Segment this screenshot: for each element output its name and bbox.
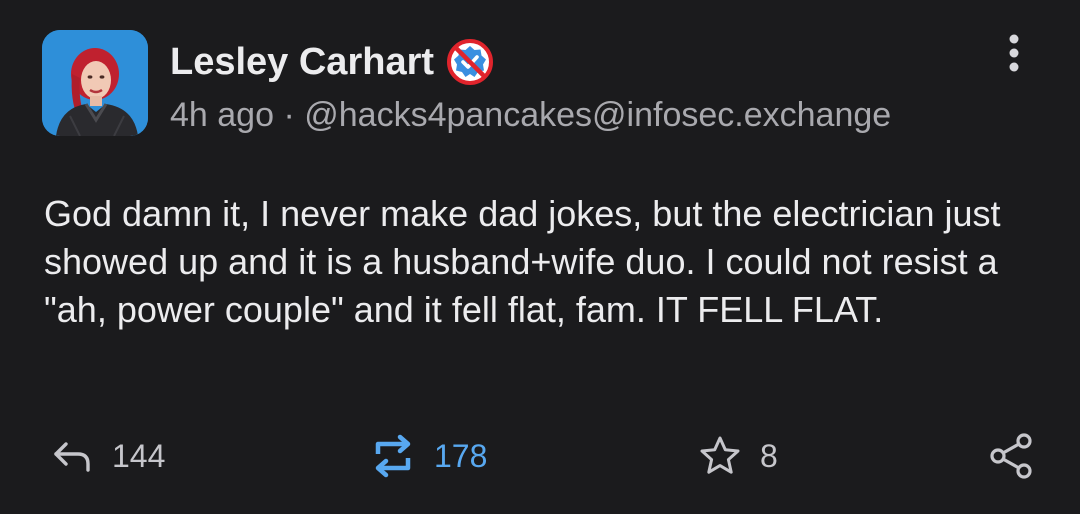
boost-icon (375, 434, 411, 478)
author-row: Lesley Carhart (170, 32, 494, 92)
vertical-dots-icon (1009, 34, 1019, 72)
avatar[interactable] (42, 30, 148, 136)
post-text: God damn it, I never make dad jokes, but… (44, 193, 1001, 330)
author-display-name[interactable]: Lesley Carhart (170, 41, 434, 84)
post-meta: 4h ago · @hacks4pancakes@infosec.exchang… (170, 96, 891, 135)
reply-button[interactable]: 144 (50, 428, 165, 484)
share-button[interactable] (988, 428, 1036, 484)
more-options-button[interactable] (994, 28, 1034, 78)
share-icon (990, 433, 1032, 479)
post-content: God damn it, I never make dad jokes, but… (44, 190, 1044, 334)
verified-crossed-out-icon (446, 38, 494, 86)
boost-button[interactable]: 178 (370, 428, 487, 484)
favourite-count: 8 (760, 437, 778, 474)
star-icon (700, 436, 740, 474)
reply-count: 144 (112, 437, 166, 474)
post-timestamp[interactable]: 4h ago (170, 96, 274, 134)
avatar-image (42, 30, 148, 136)
author-handle[interactable]: @hacks4pancakes@infosec.exchange (304, 96, 891, 134)
favourite-button[interactable]: 8 (698, 428, 778, 484)
post-card[interactable]: Lesley Carhart 4h ago · @hacks4pancakes@… (0, 0, 1080, 514)
meta-separator: · (283, 96, 295, 134)
boost-count: 178 (434, 437, 488, 474)
action-bar: 144 178 8 (0, 428, 1080, 484)
reply-icon (54, 442, 90, 472)
